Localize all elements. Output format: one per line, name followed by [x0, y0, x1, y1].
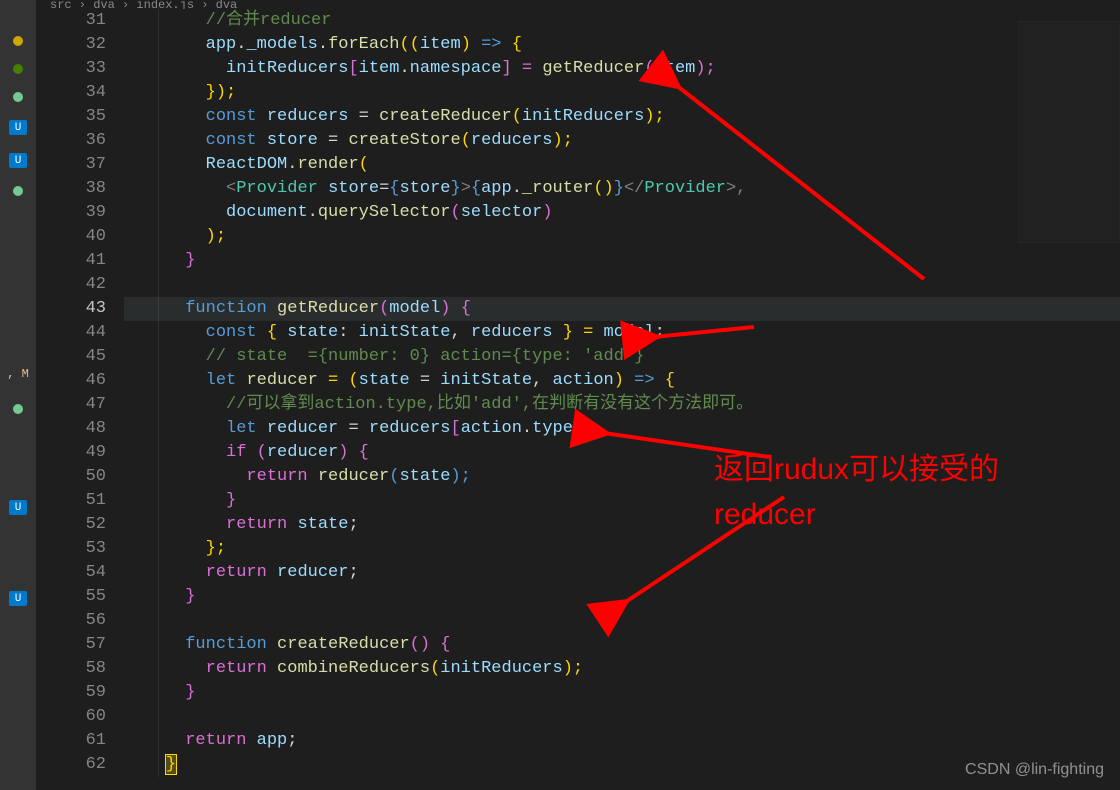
code-line[interactable]: return combineReducers(initReducers); [124, 657, 1120, 681]
status-dot [13, 64, 23, 74]
scm-label: , M [7, 362, 29, 386]
watermark: CSDN @lin-fighting [965, 758, 1104, 782]
breadcrumb[interactable]: src › dva › index.js › dva [36, 0, 1120, 9]
code-line[interactable]: document.querySelector(selector) [124, 201, 1120, 225]
code-line[interactable]: }); [124, 81, 1120, 105]
indent-guide [158, 9, 159, 777]
scm-badge[interactable]: U [9, 500, 27, 515]
code-line[interactable]: const store = createStore(reducers); [124, 129, 1120, 153]
code-line[interactable]: function getReducer(model) { [124, 297, 1120, 321]
code-editor[interactable]: 3132333435363738394041424344454647484950… [36, 9, 1120, 790]
code-line[interactable]: ReactDOM.render( [124, 153, 1120, 177]
editor-pane: src › dva › index.js › dva 3132333435363… [36, 0, 1120, 790]
code-line[interactable] [124, 273, 1120, 297]
status-dot [13, 92, 23, 102]
gutter: 3132333435363738394041424344454647484950… [36, 9, 124, 790]
code-line[interactable]: let reducer = reducers[action.type]; [124, 417, 1120, 441]
status-dot [13, 36, 23, 46]
code-line[interactable]: const reducers = createReducer(initReduc… [124, 105, 1120, 129]
code-line[interactable]: //合并reducer [124, 9, 1120, 33]
code-line[interactable]: //可以拿到action.type,比如'add',在判断有没有这个方法即可。 [124, 393, 1120, 417]
vscode-root: U U , M U U src › dva › index.js › dva 3… [0, 0, 1120, 790]
code-line[interactable]: // state ={number: 0} action={type: 'add… [124, 345, 1120, 369]
code-line[interactable]: return reducer(state); [124, 465, 1120, 489]
code-line[interactable] [124, 609, 1120, 633]
code-line[interactable]: if (reducer) { [124, 441, 1120, 465]
code-line[interactable]: return state; [124, 513, 1120, 537]
scm-badge[interactable]: U [9, 120, 27, 135]
code-line[interactable]: function createReducer() { [124, 633, 1120, 657]
code-line[interactable] [124, 705, 1120, 729]
code-line[interactable]: } [124, 489, 1120, 513]
code-line[interactable]: <Provider store={store}>{app._router()}<… [124, 177, 1120, 201]
code-line[interactable]: const { state: initState, reducers } = m… [124, 321, 1120, 345]
status-dot [13, 186, 23, 196]
code-lines[interactable]: //合并reducer app._models.forEach((item) =… [124, 9, 1120, 790]
minimap[interactable] [1018, 21, 1120, 243]
code-line[interactable]: ); [124, 225, 1120, 249]
code-line[interactable]: let reducer = (state = initState, action… [124, 369, 1120, 393]
code-line[interactable]: } [124, 681, 1120, 705]
status-dot [13, 404, 23, 414]
scm-badge[interactable]: U [9, 153, 27, 168]
code-line[interactable]: return reducer; [124, 561, 1120, 585]
scm-badge[interactable]: U [9, 591, 27, 606]
code-line[interactable]: return app; [124, 729, 1120, 753]
code-line[interactable]: app._models.forEach((item) => { [124, 33, 1120, 57]
activity-bar: U U , M U U [0, 0, 36, 790]
code-line[interactable]: initReducers[item.namespace] = getReduce… [124, 57, 1120, 81]
code-line[interactable]: }; [124, 537, 1120, 561]
code-line[interactable]: } [124, 585, 1120, 609]
code-line[interactable]: } [124, 249, 1120, 273]
